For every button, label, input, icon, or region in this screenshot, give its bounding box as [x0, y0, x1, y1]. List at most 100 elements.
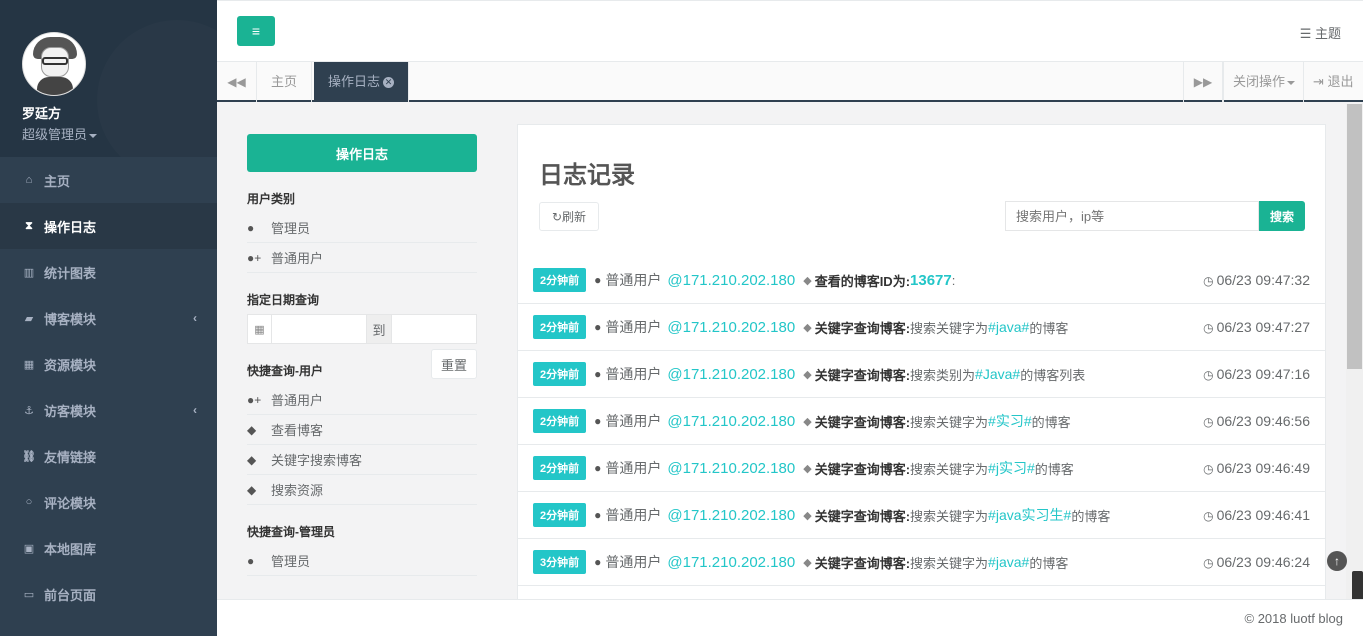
theme-link[interactable]: ☰ 主题 [1300, 23, 1341, 42]
filter-admin[interactable]: ● 管理员 [247, 213, 477, 243]
top-navbar: ≡ ☰ 主题 [217, 0, 1363, 62]
clock-icon: ◷ [1203, 321, 1214, 335]
app-root: 罗廷方 超级管理员 ⌂ 主页 ⧗ 操作日志 ▥ 统计图表 ▰ 博客模块 ‹ ▦ 资源模块 ⚓ 访客模块 ‹… [0, 0, 1363, 636]
tab-operation-log[interactable]: 操作日志 ✕ [314, 62, 410, 102]
forward-icon: ▶▶ [1193, 75, 1213, 89]
clock-icon: ◷ [1203, 556, 1214, 570]
action-label: 关键字查询博客: [814, 320, 911, 336]
user-profile: 罗廷方 超级管理员 [0, 0, 217, 157]
book-icon: ▰ [24, 312, 34, 325]
quick-admin[interactable]: ● 管理员 [247, 546, 477, 576]
sidebar-item-5[interactable]: ⚓ 访客模块 ‹ [0, 387, 217, 433]
user-role-dropdown[interactable]: 超级管理员 [22, 124, 217, 143]
search-input[interactable] [1005, 201, 1259, 231]
ip-link[interactable]: @171.210.202.180 [667, 554, 795, 571]
user-type: 普通用户 [605, 554, 662, 570]
scroll-to-top-icon[interactable]: ↑ [1327, 551, 1347, 571]
close-operations-dropdown[interactable]: 关闭操作 [1223, 62, 1304, 102]
filter-normal-user[interactable]: ●+ 普通用户 [247, 243, 477, 273]
time-text: 06/23 09:47:16 [1216, 366, 1310, 382]
log-time: ◷ 06/23 09:46:49 [1203, 460, 1310, 476]
sidebar-item-9[interactable]: ▭ 前台页面 [0, 571, 217, 617]
quick-admin-title: 快捷查询-管理员 [247, 525, 335, 539]
filter-label: 普通用户 [271, 393, 324, 408]
chevron-left-icon: ‹ [193, 403, 197, 417]
date-to-label: 到 [367, 314, 391, 344]
anchor-icon: ⚓ [24, 404, 34, 417]
refresh-label: 刷新 [562, 210, 587, 224]
tag-icon: ◆ [803, 462, 812, 475]
action-desc: 搜索关键字为 [910, 508, 989, 524]
tabs-bar: ◀◀ 主页 操作日志 ✕ ▶▶ 关闭操作 ⇥ 退出 [217, 62, 1363, 102]
scrollbar[interactable] [1346, 104, 1363, 599]
tag-icon: ◆ [247, 482, 257, 497]
filter-label: 关键字搜索博客 [271, 453, 363, 468]
tab-label: 操作日志 [328, 74, 381, 89]
ip-link[interactable]: @171.210.202.180 [667, 507, 795, 524]
log-row: 2分钟前 ● 普通用户 @171.210.202.180 ◆ 关键字查询博客: 搜索类别为 #… [518, 351, 1325, 398]
main-content: 操作日志 用户类别 ● 管理员 ●+ 普通用户 指定日期查询 ▦ 到 快捷查询-用户… [217, 104, 1346, 599]
reset-button[interactable]: 重置 [431, 349, 477, 379]
action-suffix: 的博客 [1071, 508, 1111, 524]
tab-scroll-right-button[interactable]: ▶▶ [1183, 62, 1223, 102]
picture-icon: ▣ [23, 542, 35, 555]
quick-keyword-search[interactable]: ◆ 关键字搜索博客 [247, 445, 477, 475]
log-row: 2分钟前 ● 普通用户 @171.210.202.180 ◆ 关键字查询博客: 搜索关键字为… [518, 445, 1325, 492]
sidebar-item-6[interactable]: ⛓ 友情链接 [0, 433, 217, 479]
sidebar-item-4[interactable]: ▦ 资源模块 [0, 341, 217, 387]
sidebar-item-1[interactable]: ⧗ 操作日志 [0, 203, 217, 249]
filter-panel: 操作日志 用户类别 ● 管理员 ●+ 普通用户 指定日期查询 ▦ 到 快捷查询-用户… [247, 134, 477, 576]
user-type: 普通用户 [605, 413, 662, 429]
sidebar-item-3[interactable]: ▰ 博客模块 ‹ [0, 295, 217, 341]
sidebar: 罗廷方 超级管理员 ⌂ 主页 ⧗ 操作日志 ▥ 统计图表 ▰ 博客模块 ‹ ▦ 资源模块 ⚓ 访客模块 ‹… [0, 0, 217, 636]
tag-icon: ◆ [803, 274, 812, 287]
ip-link[interactable]: @171.210.202.180 [667, 460, 795, 477]
sidebar-item-label: 访客模块 [44, 403, 97, 419]
sidebar-item-label: 统计图表 [44, 265, 97, 281]
user-name[interactable]: 罗廷方 [22, 103, 217, 122]
logout-label: 退出 [1327, 74, 1354, 89]
search-group: 搜索 [1005, 201, 1305, 231]
sidebar-item-label: 主页 [44, 173, 71, 189]
user-type: 普通用户 [605, 272, 662, 288]
end-date-input[interactable] [391, 314, 477, 344]
user-icon: ● [247, 553, 255, 568]
logout-button[interactable]: ⇥ 退出 [1303, 62, 1363, 102]
theme-icon: ☰ [1299, 26, 1315, 41]
log-row: 3分钟前 ● 普通用户 @171.210.202.180 ◆ 关键字查询博客: 搜索关键字为… [518, 539, 1325, 586]
sidebar-item-8[interactable]: ▣ 本地图库 [0, 525, 217, 571]
date-query-title: 指定日期查询 [247, 293, 320, 307]
ip-link[interactable]: @171.210.202.180 [667, 319, 795, 336]
quick-view-blog[interactable]: ◆ 查看博客 [247, 415, 477, 445]
scrollbar-thumb[interactable] [1347, 104, 1362, 369]
ip-link[interactable]: @171.210.202.180 [667, 366, 795, 383]
ip-link[interactable]: @171.210.202.180 [667, 272, 795, 289]
tab-home[interactable]: 主页 [257, 62, 313, 102]
avatar[interactable] [22, 32, 86, 96]
user-type: 普通用户 [605, 460, 662, 476]
desktop-icon: ▭ [23, 588, 35, 601]
action-label: 查看的博客ID为: [814, 273, 911, 289]
time-text: 06/23 09:46:56 [1216, 413, 1310, 429]
start-date-input[interactable] [271, 314, 367, 344]
search-button[interactable]: 搜索 [1259, 201, 1305, 231]
quick-normal-user[interactable]: ●+ 普通用户 [247, 385, 477, 415]
log-time: ◷ 06/23 09:46:56 [1203, 413, 1310, 429]
sidebar-item-2[interactable]: ▥ 统计图表 [0, 249, 217, 295]
tag-icon: ◆ [803, 415, 812, 428]
action-suffix: : [951, 272, 956, 288]
refresh-button[interactable]: ↻ 刷新 [539, 202, 599, 231]
sidebar-item-label: 博客模块 [44, 311, 97, 327]
time-ago-badge: 2分钟前 [533, 409, 587, 433]
log-list: 2分钟前 ● 普通用户 @171.210.202.180 ◆ 查看的博客ID为: 13677… [518, 257, 1325, 599]
quick-search-resource[interactable]: ◆ 搜索资源 [247, 475, 477, 505]
close-tab-icon[interactable]: ✕ [383, 77, 395, 89]
quick-user-title: 快捷查询-用户 [247, 364, 323, 378]
operation-log-button[interactable]: 操作日志 [247, 134, 477, 172]
tab-scroll-left-button[interactable]: ◀◀ [217, 62, 257, 102]
ip-link[interactable]: @171.210.202.180 [667, 413, 795, 430]
time-ago-badge: 2分钟前 [533, 315, 587, 339]
sidebar-item-7[interactable]: ○ 评论模块 [0, 479, 217, 525]
sidebar-item-0[interactable]: ⌂ 主页 [0, 157, 217, 203]
menu-toggle-button[interactable]: ≡ [237, 16, 275, 46]
